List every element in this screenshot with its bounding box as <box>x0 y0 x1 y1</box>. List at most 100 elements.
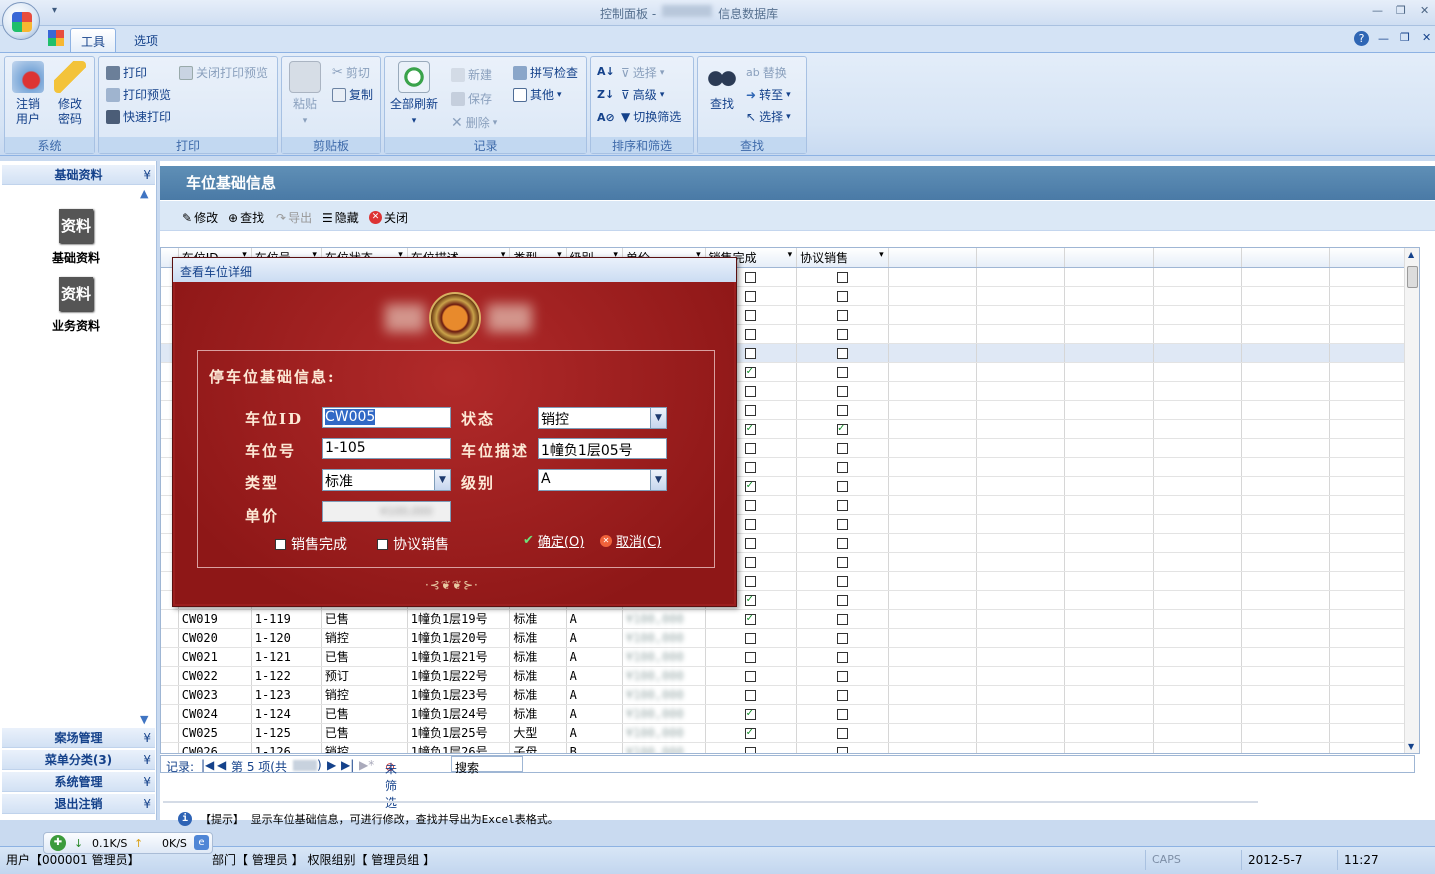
goto-button[interactable]: ➜ 转至 ▾ <box>746 86 791 103</box>
change-password-button[interactable]: 修改 密码 <box>51 61 89 127</box>
agreement-checkbox[interactable] <box>836 651 848 663</box>
table-row[interactable]: CW022 1-122 预订 1幢负1层22号 标准 A ¥100,000 <box>161 666 1419 686</box>
tab-tools[interactable]: 工具 <box>70 28 117 52</box>
agreement-checkbox[interactable] <box>836 328 848 340</box>
next-record-button[interactable]: ▶ <box>327 758 336 772</box>
cell-level[interactable]: B <box>566 742 623 753</box>
agreement-checkbox[interactable] <box>836 670 848 682</box>
table-row[interactable]: CW024 1-124 已售 1幢负1层24号 标准 A ¥100,000 <box>161 704 1419 724</box>
agreement-checkbox[interactable] <box>836 366 848 378</box>
logout-user-button[interactable]: 注销 用户 <box>9 61 47 127</box>
sold-checkbox[interactable] <box>745 347 757 359</box>
print-button[interactable]: 打印 <box>106 64 147 81</box>
scroll-down-icon[interactable]: ▼ <box>140 713 148 726</box>
sold-checkbox[interactable] <box>745 746 757 753</box>
cell-price[interactable]: ¥100,000 <box>622 742 706 753</box>
minimize-button[interactable]: — <box>1372 4 1383 17</box>
id-field[interactable]: CW005 <box>322 407 451 428</box>
agreement-checkbox[interactable] <box>836 594 848 606</box>
vertical-scrollbar[interactable]: ▲ ▼ <box>1404 248 1419 753</box>
nav-section-site[interactable]: 案场管理 ¥ <box>2 728 155 748</box>
agreement-checkbox[interactable] <box>836 708 848 720</box>
agreement-checkbox[interactable] <box>836 518 848 530</box>
close-button[interactable]: ✕ <box>1420 4 1429 17</box>
agreement-checkbox[interactable] <box>836 347 848 359</box>
cell-status[interactable]: 已售 <box>321 723 408 743</box>
find-select-button[interactable]: ↖ 选择 ▾ <box>746 108 791 125</box>
sold-checkbox[interactable] <box>745 404 757 416</box>
cell-type[interactable]: 标准 <box>509 704 567 724</box>
cell-desc[interactable]: 1幢负1层25号 <box>407 723 511 743</box>
cell-type[interactable]: 子母 <box>509 742 567 753</box>
cell-type[interactable]: 标准 <box>509 628 567 648</box>
sold-checkbox[interactable] <box>745 385 757 397</box>
chevron-down-icon[interactable]: ▼ <box>434 470 450 490</box>
maximize-button[interactable]: ❐ <box>1396 4 1406 17</box>
sold-checkbox[interactable] <box>745 328 757 340</box>
cell-status[interactable]: 已售 <box>321 704 408 724</box>
refresh-all-button[interactable]: 全部刷新 ▾ <box>388 61 440 129</box>
sold-checkbox[interactable] <box>745 499 757 511</box>
hide-button[interactable]: ☰ 隐藏 <box>322 209 359 226</box>
agreement-checkbox[interactable] <box>836 271 848 283</box>
cell-desc[interactable]: 1幢负1层22号 <box>407 666 511 686</box>
cell-level[interactable]: A <box>566 609 623 629</box>
cell-desc[interactable]: 1幢负1层23号 <box>407 685 511 705</box>
sold-checkbox[interactable] <box>745 309 757 321</box>
cell-desc[interactable]: 1幢负1层21号 <box>407 647 511 667</box>
sold-checkbox[interactable] <box>745 670 757 682</box>
level-select[interactable]: A ▼ <box>538 469 667 491</box>
cell-price[interactable]: ¥100,000 <box>622 609 706 629</box>
scroll-up-arrow-icon[interactable]: ▲ <box>1408 250 1414 259</box>
close-print-preview-button[interactable]: 关闭打印预览 <box>179 64 268 81</box>
filter-select-button[interactable]: ⊽ 选择 ▾ <box>621 64 664 81</box>
agreement-checkbox[interactable] <box>836 575 848 587</box>
sold-checkbox[interactable] <box>745 478 757 492</box>
find-button[interactable]: 查找 <box>702 61 742 112</box>
sold-checkbox[interactable] <box>745 632 757 644</box>
row-selector[interactable] <box>161 666 179 686</box>
sold-checkbox[interactable] <box>745 537 757 549</box>
row-selector[interactable] <box>161 647 179 667</box>
sold-checkbox[interactable] <box>745 556 757 568</box>
cell-no[interactable]: 1-125 <box>251 723 322 743</box>
cell-no[interactable]: 1-120 <box>251 628 322 648</box>
cell-status[interactable]: 销控 <box>321 628 408 648</box>
chevron-down-icon[interactable]: ▼ <box>650 470 666 490</box>
sold-checkbox[interactable] <box>745 689 757 701</box>
nav-item-business-data[interactable]: 资料 业务资料 <box>48 277 104 334</box>
table-row[interactable]: CW019 1-119 已售 1幢负1层19号 标准 A ¥100,000 <box>161 609 1419 629</box>
row-selector[interactable] <box>161 742 179 753</box>
sold-checkbox[interactable] <box>745 651 757 663</box>
agreement-checkbox[interactable] <box>836 632 848 644</box>
table-row[interactable]: CW023 1-123 销控 1幢负1层23号 标准 A ¥100,000 <box>161 685 1419 705</box>
sold-checkbox[interactable] <box>745 364 757 378</box>
cell-status[interactable]: 已售 <box>321 609 408 629</box>
delete-record-button[interactable]: ✕ 删除 ▾ <box>451 114 497 131</box>
row-selector[interactable] <box>161 685 179 705</box>
find-toolbar-button[interactable]: ⊕ 查找 <box>228 209 264 226</box>
cell-level[interactable]: A <box>566 685 623 705</box>
agreement-checkbox[interactable] <box>836 290 848 302</box>
cell-price[interactable]: ¥100,000 <box>622 685 706 705</box>
previous-record-button[interactable]: ◀ <box>217 758 226 772</box>
nav-item-basic-data[interactable]: 资料 基础资料 <box>48 209 104 266</box>
nav-section-menu[interactable]: 菜单分类(3) ¥ <box>2 750 155 770</box>
tab-options[interactable]: 选项 <box>124 28 168 52</box>
cell-id[interactable]: CW021 <box>178 647 252 667</box>
cell-price[interactable]: ¥100,000 <box>622 704 706 724</box>
close-form-button[interactable]: ✕ 关闭 <box>369 209 408 226</box>
row-selector[interactable] <box>161 609 179 629</box>
sold-checkbox[interactable] <box>745 592 757 606</box>
no-field[interactable]: 1-105 <box>322 438 451 459</box>
agreement-checkbox[interactable] <box>836 421 848 435</box>
cell-type[interactable]: 标准 <box>509 666 567 686</box>
first-record-button[interactable]: |◀ <box>201 758 214 772</box>
cell-desc[interactable]: 1幢负1层19号 <box>407 609 511 629</box>
ribbon-restore-button[interactable]: ❐ <box>1400 31 1410 44</box>
help-icon[interactable]: ? <box>1354 31 1369 46</box>
sold-checkbox[interactable] <box>745 611 757 625</box>
agreement-checkbox[interactable] <box>836 461 848 473</box>
sort-descending-button[interactable]: Z↓ <box>597 88 614 101</box>
column-header-agreement[interactable]: 协议销售 ▾ <box>796 248 889 268</box>
